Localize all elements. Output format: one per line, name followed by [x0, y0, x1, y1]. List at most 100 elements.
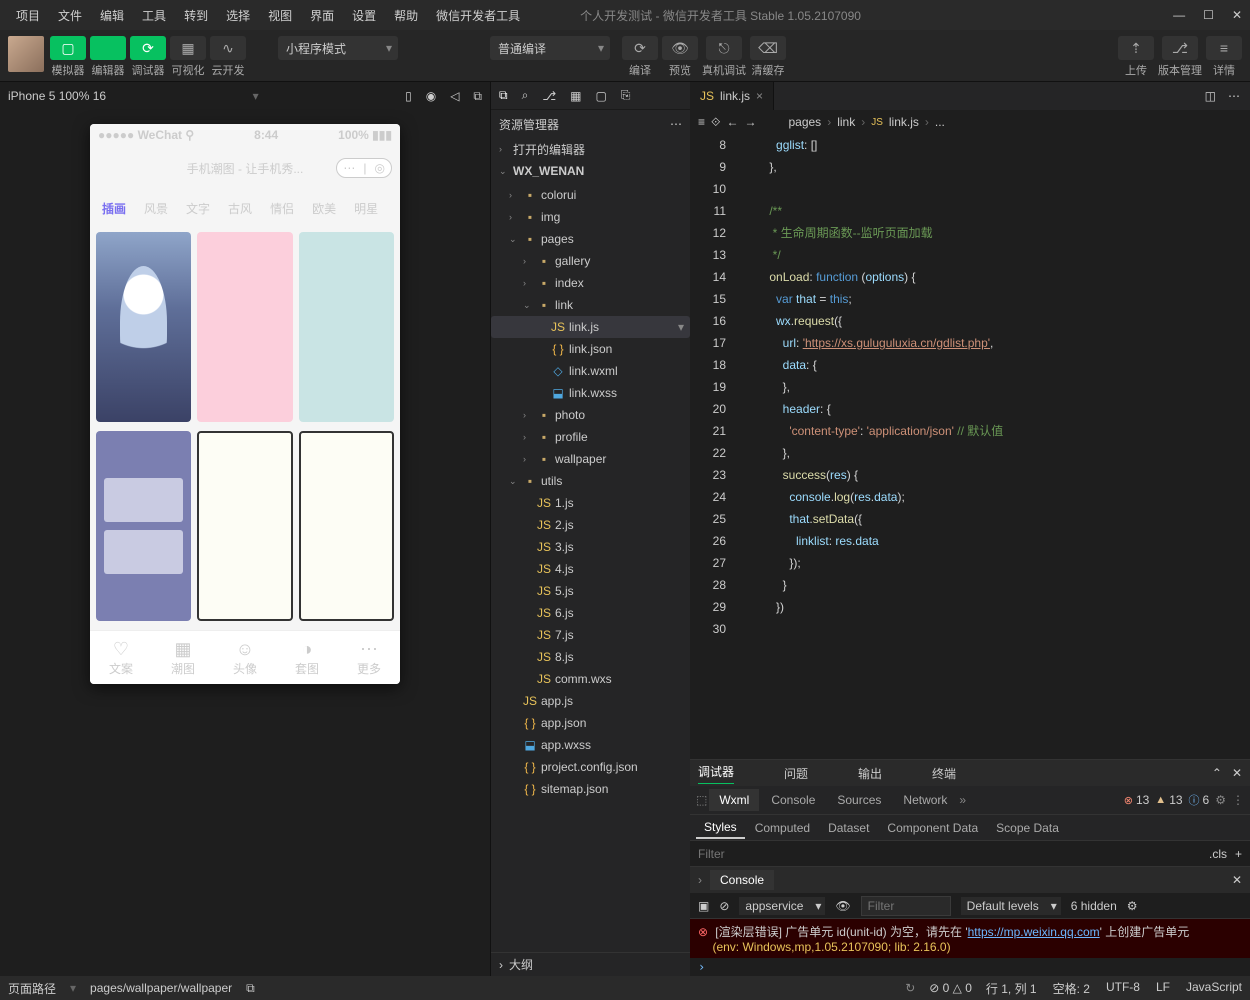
- tree-node[interactable]: ›▪photo: [491, 404, 690, 426]
- status-item[interactable]: 行 1, 列 1: [986, 980, 1037, 997]
- hidden-count[interactable]: 6 hidden: [1071, 899, 1117, 913]
- breadcrumb[interactable]: ≡ ⟐ ← → pages› link› JSlink.js› ...: [690, 110, 1250, 134]
- nav-item[interactable]: ⋯更多: [357, 639, 381, 677]
- menu-item[interactable]: 项目: [8, 3, 48, 28]
- tree-node[interactable]: { }app.json: [491, 712, 690, 734]
- box-icon[interactable]: ▢: [595, 89, 606, 103]
- toolbar-action[interactable]: ⇡上传: [1118, 36, 1154, 78]
- devtools-header-tab[interactable]: 输出: [858, 765, 882, 782]
- tree-node[interactable]: JS4.js: [491, 558, 690, 580]
- tree-node[interactable]: JS6.js: [491, 602, 690, 624]
- tree-node[interactable]: JSlink.js: [491, 316, 690, 338]
- tree-node[interactable]: JS3.js: [491, 536, 690, 558]
- add-icon[interactable]: +: [1235, 847, 1242, 861]
- code-area[interactable]: 8910111213141516171819202122232425262728…: [690, 134, 1250, 759]
- collapse-icon[interactable]: ⌃: [1212, 766, 1222, 780]
- tree-node[interactable]: JSapp.js: [491, 690, 690, 712]
- tree-node[interactable]: ›▪colorui: [491, 184, 690, 206]
- mute-icon[interactable]: ◁: [450, 89, 459, 104]
- tree-node[interactable]: ›▪gallery: [491, 250, 690, 272]
- menu-item[interactable]: 转到: [176, 3, 216, 28]
- category-tab[interactable]: 欧美: [312, 200, 336, 217]
- page-path[interactable]: pages/wallpaper/wallpaper: [90, 981, 232, 995]
- tree-node[interactable]: ◇link.wxml: [491, 360, 690, 382]
- split-icon[interactable]: ◫: [1205, 89, 1216, 103]
- category-tab[interactable]: 插画: [102, 200, 126, 217]
- console-tab[interactable]: Console: [710, 870, 774, 890]
- menu-item[interactable]: 视图: [260, 3, 300, 28]
- compile-select[interactable]: 普通编译: [490, 36, 610, 60]
- nav-item[interactable]: ▦潮图: [171, 639, 195, 677]
- fwd-icon[interactable]: →: [744, 115, 756, 129]
- error-badge[interactable]: ⊗ 13: [1124, 793, 1150, 807]
- status-item[interactable]: LF: [1156, 980, 1170, 997]
- styles-tab[interactable]: Styles: [696, 817, 745, 839]
- list-icon[interactable]: ≡: [698, 115, 705, 129]
- search-icon[interactable]: ⌕: [522, 88, 529, 103]
- clear-icon[interactable]: ⊘: [719, 899, 729, 913]
- styles-tab[interactable]: Component Data: [879, 818, 986, 838]
- status-item[interactable]: UTF-8: [1106, 980, 1140, 997]
- menu-item[interactable]: 界面: [302, 3, 342, 28]
- levels-select[interactable]: Default levels: [961, 897, 1061, 915]
- styles-tab[interactable]: Computed: [747, 818, 818, 838]
- console-prompt[interactable]: ›: [690, 958, 1250, 976]
- inspect-icon[interactable]: ⬚: [696, 793, 707, 807]
- more-icon[interactable]: ⋯: [670, 117, 682, 131]
- eye-icon[interactable]: 👁: [835, 899, 850, 913]
- toolbar-action[interactable]: ≡详情: [1206, 36, 1242, 78]
- tree-node[interactable]: JS2.js: [491, 514, 690, 536]
- devtools-header-tab[interactable]: 问题: [784, 765, 808, 782]
- styles-tab[interactable]: Dataset: [820, 818, 877, 838]
- category-tab[interactable]: 情侣: [270, 200, 294, 217]
- capsule-button[interactable]: ⋯|◎: [336, 158, 392, 178]
- grid-image[interactable]: [197, 232, 292, 422]
- menu-item[interactable]: 帮助: [386, 3, 426, 28]
- problem-count[interactable]: ⊘ 0 △ 0: [929, 981, 972, 995]
- tree-node[interactable]: { }project.config.json: [491, 756, 690, 778]
- toolbar-action[interactable]: ⟳编译: [622, 36, 658, 78]
- close-icon[interactable]: ✕: [1232, 766, 1242, 780]
- section-project[interactable]: ⌄WX_WENAN: [491, 160, 690, 182]
- grid-image[interactable]: [96, 431, 191, 621]
- copy-icon[interactable]: ⧉: [473, 89, 482, 104]
- warn-badge[interactable]: ▲ 13: [1155, 793, 1182, 807]
- back-icon[interactable]: ←: [726, 115, 738, 129]
- nav-item[interactable]: ◑套图: [295, 639, 319, 677]
- status-item[interactable]: JavaScript: [1186, 980, 1242, 997]
- menu-item[interactable]: 选择: [218, 3, 258, 28]
- menu-item[interactable]: 微信开发者工具: [428, 3, 528, 28]
- grid-image[interactable]: [299, 232, 394, 422]
- editor-tab[interactable]: JS link.js ×: [690, 82, 774, 110]
- tree-node[interactable]: { }sitemap.json: [491, 778, 690, 800]
- devtools-header-tab[interactable]: 终端: [932, 765, 956, 782]
- category-tab[interactable]: 风景: [144, 200, 168, 217]
- info-badge[interactable]: ⓘ 6: [1189, 792, 1210, 808]
- grid-image[interactable]: [299, 431, 394, 621]
- more-icon[interactable]: ⋮: [1232, 793, 1244, 807]
- toolbar-action[interactable]: ⎋真机调试: [702, 36, 746, 78]
- tree-node[interactable]: ›▪index: [491, 272, 690, 294]
- mode-select[interactable]: 小程序模式: [278, 36, 398, 60]
- styles-tab[interactable]: Scope Data: [988, 818, 1067, 838]
- expand-icon[interactable]: ›: [698, 873, 702, 887]
- tree-node[interactable]: JS5.js: [491, 580, 690, 602]
- branch-icon[interactable]: ⎇: [542, 89, 556, 103]
- console-filter-input[interactable]: [861, 896, 951, 916]
- category-tab[interactable]: 文字: [186, 200, 210, 217]
- copy-path-icon[interactable]: ⧉: [246, 981, 255, 996]
- category-tab[interactable]: 明星: [354, 200, 378, 217]
- devtools-header-tab[interactable]: 调试器: [698, 763, 734, 784]
- menu-item[interactable]: 设置: [344, 3, 384, 28]
- outline-section[interactable]: ›大纲: [491, 952, 690, 976]
- gear-icon[interactable]: ⚙: [1127, 899, 1138, 913]
- section-open-editors[interactable]: ›打开的编辑器: [491, 138, 690, 160]
- maximize-icon[interactable]: ☐: [1203, 8, 1214, 22]
- console-link[interactable]: https://mp.weixin.qq.com: [968, 925, 1100, 939]
- nav-item[interactable]: ♡文案: [109, 639, 133, 677]
- tree-node[interactable]: { }link.json: [491, 338, 690, 360]
- nav-item[interactable]: ☺头像: [233, 639, 257, 677]
- grid-image[interactable]: [96, 232, 191, 422]
- bookmark-icon[interactable]: ⟐: [711, 115, 720, 130]
- tree-node[interactable]: ›▪img: [491, 206, 690, 228]
